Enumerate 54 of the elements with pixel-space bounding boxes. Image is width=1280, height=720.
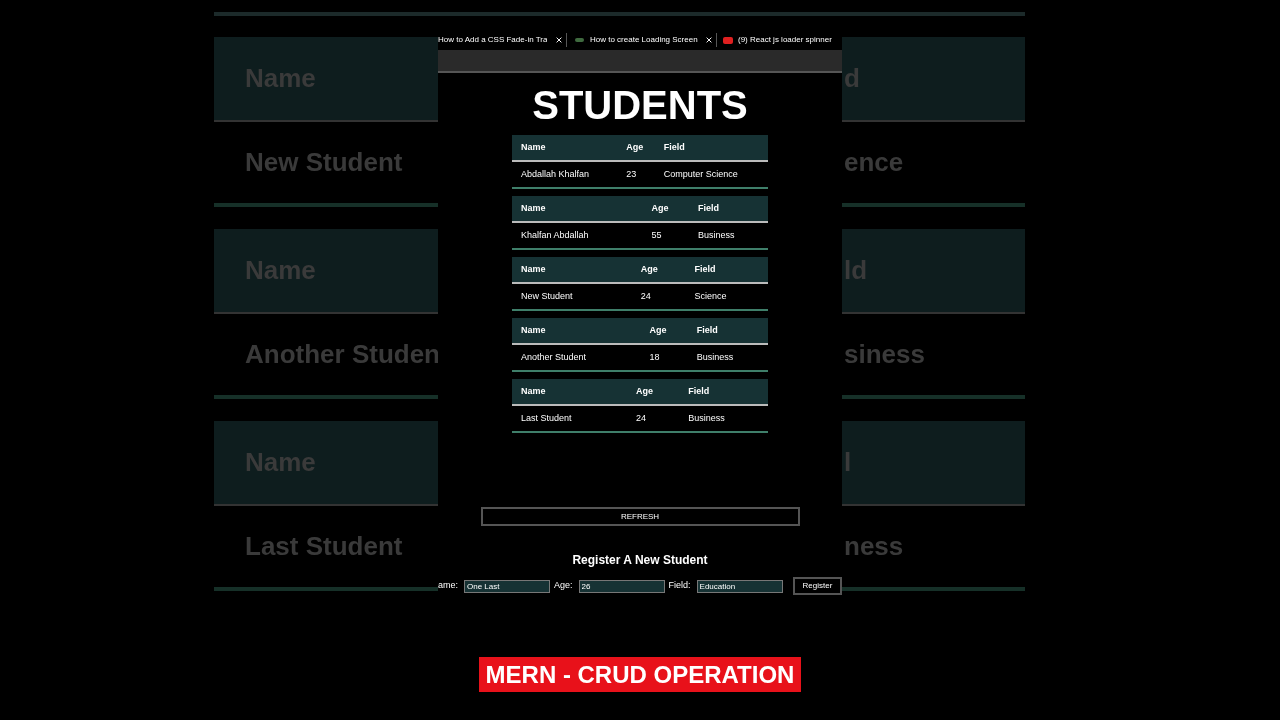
video-icon: [723, 36, 733, 44]
table-cell: Science: [685, 283, 768, 310]
table-cell: Khalfan Abdallah: [512, 222, 643, 249]
title-banner: MERN - CRUD OPERATION: [478, 657, 802, 692]
table-cell: Another Student: [512, 344, 641, 371]
field-label: ame:: [438, 579, 458, 593]
input-field[interactable]: One Last: [464, 579, 550, 593]
table-cell: Business: [687, 344, 768, 371]
table-cell: New Student: [512, 283, 632, 310]
input-field[interactable]: 26: [578, 579, 665, 593]
backdrop-text: New Student: [244, 146, 403, 179]
column-header: Age: [617, 135, 655, 161]
column-header: Field: [679, 379, 768, 405]
input-field[interactable]: Education: [696, 579, 783, 593]
table-cell: 23: [617, 161, 655, 188]
column-header: Name: [512, 257, 632, 283]
column-header: Age: [640, 318, 688, 344]
column-header: Age: [642, 196, 690, 222]
table-cell: Abdallah Khalfan: [512, 161, 618, 188]
backdrop-text: siness: [843, 338, 925, 371]
table-cell: Business: [679, 405, 768, 432]
backdrop-text: ence: [843, 146, 904, 179]
refresh-button[interactable]: REFRESH: [480, 507, 800, 526]
dots-icon: [575, 38, 584, 42]
form-heading: Register A New Student: [572, 552, 708, 569]
table-cell: 24: [631, 283, 686, 310]
column-header: Age: [626, 379, 680, 405]
browser-tab[interactable]: (9) React js loader spinner: [716, 33, 836, 47]
field-label: Age:: [554, 579, 573, 593]
table-cell: Last Student: [512, 405, 627, 432]
column-header: Name: [512, 318, 641, 344]
browser-tab[interactable]: How to create Loading Screen: [566, 33, 716, 47]
table-cell: 55: [642, 222, 690, 249]
close-icon[interactable]: [556, 37, 562, 43]
column-header: Name: [512, 379, 627, 405]
column-header: Age: [631, 257, 686, 283]
close-icon[interactable]: [706, 37, 712, 43]
table-cell: 18: [640, 344, 688, 371]
table-cell: Computer Science: [654, 161, 768, 188]
column-header: Name: [512, 196, 643, 222]
table-cell: Business: [689, 222, 768, 249]
browser-tab[interactable]: How to Add a CSS Fade-in Tra: [438, 33, 566, 47]
column-header: Field: [687, 318, 768, 344]
page-title: STUDENTS: [532, 85, 748, 125]
column-header: Field: [654, 135, 768, 161]
backdrop-text: ness: [843, 530, 904, 563]
backdrop-text: Another Studen: [244, 338, 438, 371]
column-header: Field: [685, 257, 768, 283]
register-button[interactable]: Register: [792, 577, 843, 595]
field-label: Field:: [668, 579, 691, 593]
table-cell: 24: [626, 405, 680, 432]
column-header: Name: [512, 135, 618, 161]
backdrop-text: Last Student: [244, 530, 403, 563]
column-header: Field: [689, 196, 768, 222]
